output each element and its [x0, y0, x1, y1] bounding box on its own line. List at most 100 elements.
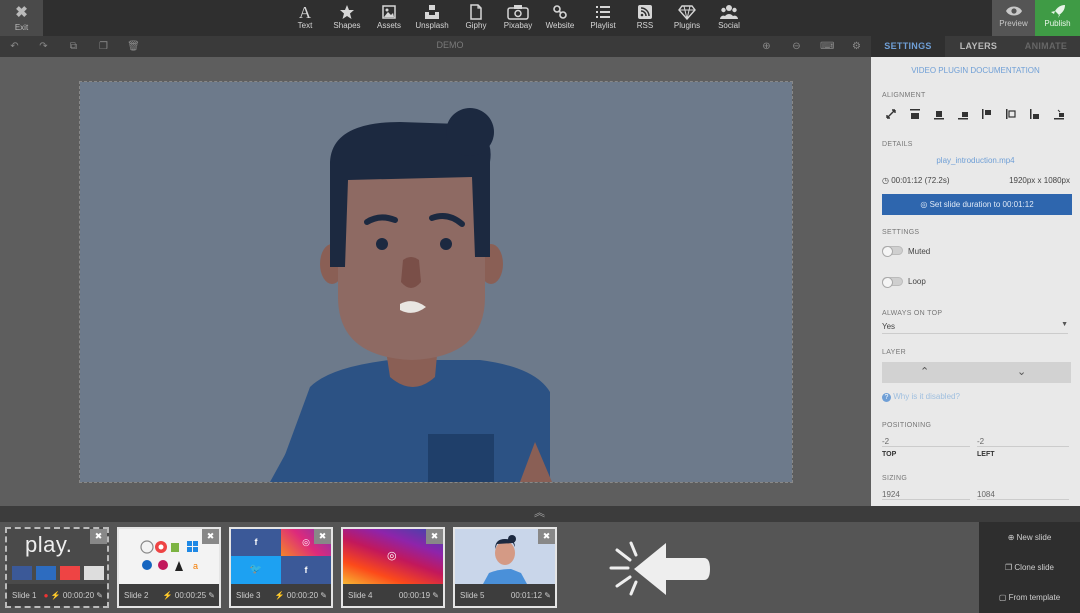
- slide-1-delete-button[interactable]: ✖: [90, 529, 107, 544]
- height-input[interactable]: 1084: [977, 490, 1069, 500]
- panel-tabs: SETTINGS LAYERS ANIMATE: [871, 36, 1080, 57]
- undo-icon[interactable]: ↶: [8, 40, 21, 53]
- muted-toggle[interactable]: [882, 246, 903, 257]
- copy-icon[interactable]: ⧉: [67, 40, 80, 53]
- align-top-left-icon[interactable]: [909, 108, 923, 120]
- live-dot-icon: ●: [43, 591, 49, 600]
- slide-4-delete-button[interactable]: ✖: [426, 529, 443, 544]
- shapes-tool-button[interactable]: Shapes: [324, 0, 370, 36]
- slide-actions-panel: ⊕ New slide ❐ Clone slide ▢ From templat…: [979, 522, 1080, 613]
- pixabay-tool-button[interactable]: Pixabay: [495, 0, 541, 36]
- always-on-top-select[interactable]: Yes ▼: [882, 320, 1068, 334]
- social-tool-label: Social: [718, 21, 740, 30]
- slide-thumbnail-5[interactable]: Slide 5 00:01:12 ✎ ✖: [453, 527, 557, 608]
- details-heading: DETAILS: [882, 141, 913, 148]
- exit-button[interactable]: ✖ Exit: [0, 0, 43, 36]
- character-illustration: [270, 108, 552, 482]
- clone-slide-button[interactable]: ❐ Clone slide: [979, 563, 1080, 572]
- why-disabled-link[interactable]: ? Why is it disabled?: [882, 392, 960, 402]
- editor-toolbar: ↶ ↷ ⧉ ❐ 🗑 DEMO ⊕ ⊖ ⌨ ⚙: [0, 36, 871, 57]
- template-icon: ▢: [998, 593, 1007, 602]
- from-template-label: From template: [1008, 593, 1061, 602]
- slide-thumbnail-4[interactable]: ◎ Slide 4 00:00:19 ✎ ✖: [341, 527, 445, 608]
- slide-thumbnail-2[interactable]: a Slide 2 ⚡ 00:00:25 ✎ ✖: [117, 527, 221, 608]
- slide-3-delete-button[interactable]: ✖: [314, 529, 331, 544]
- publish-label: Publish: [1044, 19, 1071, 28]
- playlist-tool-button[interactable]: Playlist: [580, 0, 626, 36]
- giphy-tool-label: Giphy: [465, 21, 487, 30]
- preview-label: Preview: [999, 19, 1028, 28]
- target-icon: ◎: [920, 200, 928, 209]
- layer-down-button[interactable]: ⌄: [1017, 365, 1026, 378]
- align-bottom-right-icon[interactable]: [1053, 108, 1067, 120]
- redo-icon[interactable]: ↷: [37, 40, 50, 53]
- left-label: LEFT: [977, 451, 995, 458]
- rss-tool-button[interactable]: RSS: [622, 0, 668, 36]
- set-duration-button[interactable]: ◎ Set slide duration to 00:01:12: [882, 194, 1072, 215]
- rss-tool-label: RSS: [636, 21, 654, 30]
- preview-button[interactable]: Preview: [992, 0, 1035, 36]
- loop-label: Loop: [908, 277, 926, 286]
- slide-4-duration-text: 00:00:19: [398, 591, 431, 600]
- slide-3-name: Slide 3: [236, 591, 261, 600]
- zoom-in-icon[interactable]: ⊕: [760, 40, 773, 53]
- website-tool-label: Website: [545, 21, 575, 30]
- plus-circle-icon: ⊕: [1007, 533, 1015, 542]
- assets-tool-button[interactable]: Assets: [366, 0, 412, 36]
- top-input[interactable]: -2: [882, 437, 970, 447]
- layer-up-button[interactable]: ⌃: [920, 365, 929, 378]
- google-tile: [84, 566, 104, 580]
- shapes-tool-label: Shapes: [333, 21, 361, 30]
- pixabay-tool-label: Pixabay: [503, 21, 533, 30]
- timeline-toggle-bar[interactable]: ︽: [0, 506, 1080, 522]
- slide-5-delete-button[interactable]: ✖: [538, 529, 555, 544]
- align-center-icon[interactable]: [1005, 108, 1019, 120]
- file-name-link[interactable]: play_introduction.mp4: [871, 156, 1080, 165]
- align-stretch-icon[interactable]: [885, 108, 899, 120]
- website-tool-button[interactable]: Website: [537, 0, 583, 36]
- align-top-icon[interactable]: [933, 108, 947, 120]
- slide-4-meta: Slide 4 00:00:19 ✎: [343, 584, 443, 606]
- keyboard-icon[interactable]: ⌨: [820, 40, 834, 53]
- slide-thumbnail-3[interactable]: f ◎ 🐦 f Slide 3 ⚡ 00:00:20 ✎ ✖: [229, 527, 333, 608]
- publish-button[interactable]: Publish: [1035, 0, 1080, 36]
- social-tool-button[interactable]: Social: [706, 0, 752, 36]
- slide-1-duration: ● ⚡ 00:00:20 ✎: [43, 591, 103, 600]
- width-input[interactable]: 1924: [882, 490, 970, 500]
- gear-icon[interactable]: ⚙: [850, 40, 863, 53]
- alignment-heading: ALIGNMENT: [882, 92, 926, 99]
- align-right-icon[interactable]: [1029, 108, 1043, 120]
- users-icon: [720, 5, 738, 19]
- loop-toggle[interactable]: [882, 277, 903, 288]
- plugins-tool-button[interactable]: Plugins: [664, 0, 710, 36]
- duration-readout: ◷ 00:01:12 (72.2s): [882, 176, 949, 185]
- slide-2-duration-text: 00:00:25: [174, 591, 207, 600]
- question-icon: ?: [882, 393, 891, 402]
- align-bottom-icon[interactable]: [957, 108, 971, 120]
- rss-icon: [638, 5, 652, 19]
- set-duration-label: Set slide duration to 00:01:12: [929, 200, 1034, 209]
- image-icon: [382, 5, 396, 19]
- trash-icon[interactable]: 🗑: [127, 40, 140, 53]
- video-layer[interactable]: [80, 82, 792, 482]
- slide-thumbnail-1[interactable]: play. Slide 1 ● ⚡ 00:00:20 ✎ ✖: [5, 527, 109, 608]
- left-input[interactable]: -2: [977, 437, 1069, 447]
- new-slide-button[interactable]: ⊕ New slide: [979, 533, 1080, 542]
- text-tool-button[interactable]: A Text: [282, 0, 328, 36]
- from-template-button[interactable]: ▢ From template: [979, 593, 1080, 602]
- giphy-tool-button[interactable]: Giphy: [453, 0, 499, 36]
- facebook-icon: f: [231, 529, 281, 556]
- align-left-icon[interactable]: [981, 108, 995, 120]
- tab-settings[interactable]: SETTINGS: [871, 36, 945, 57]
- zoom-out-icon[interactable]: ⊖: [790, 40, 803, 53]
- paste-icon[interactable]: ❐: [97, 40, 110, 53]
- tab-layers[interactable]: LAYERS: [945, 36, 1012, 57]
- facebook-icon-2: f: [281, 556, 331, 584]
- star-icon: [340, 5, 354, 19]
- slide-2-delete-button[interactable]: ✖: [202, 529, 219, 544]
- unsplash-tool-button[interactable]: Unsplash: [409, 0, 455, 36]
- video-plugin-docs-link[interactable]: VIDEO PLUGIN DOCUMENTATION: [871, 66, 1080, 75]
- double-chevron-up-icon[interactable]: ︽: [534, 507, 545, 519]
- svg-text:A: A: [299, 4, 312, 20]
- tab-animate[interactable]: ANIMATE: [1012, 36, 1080, 57]
